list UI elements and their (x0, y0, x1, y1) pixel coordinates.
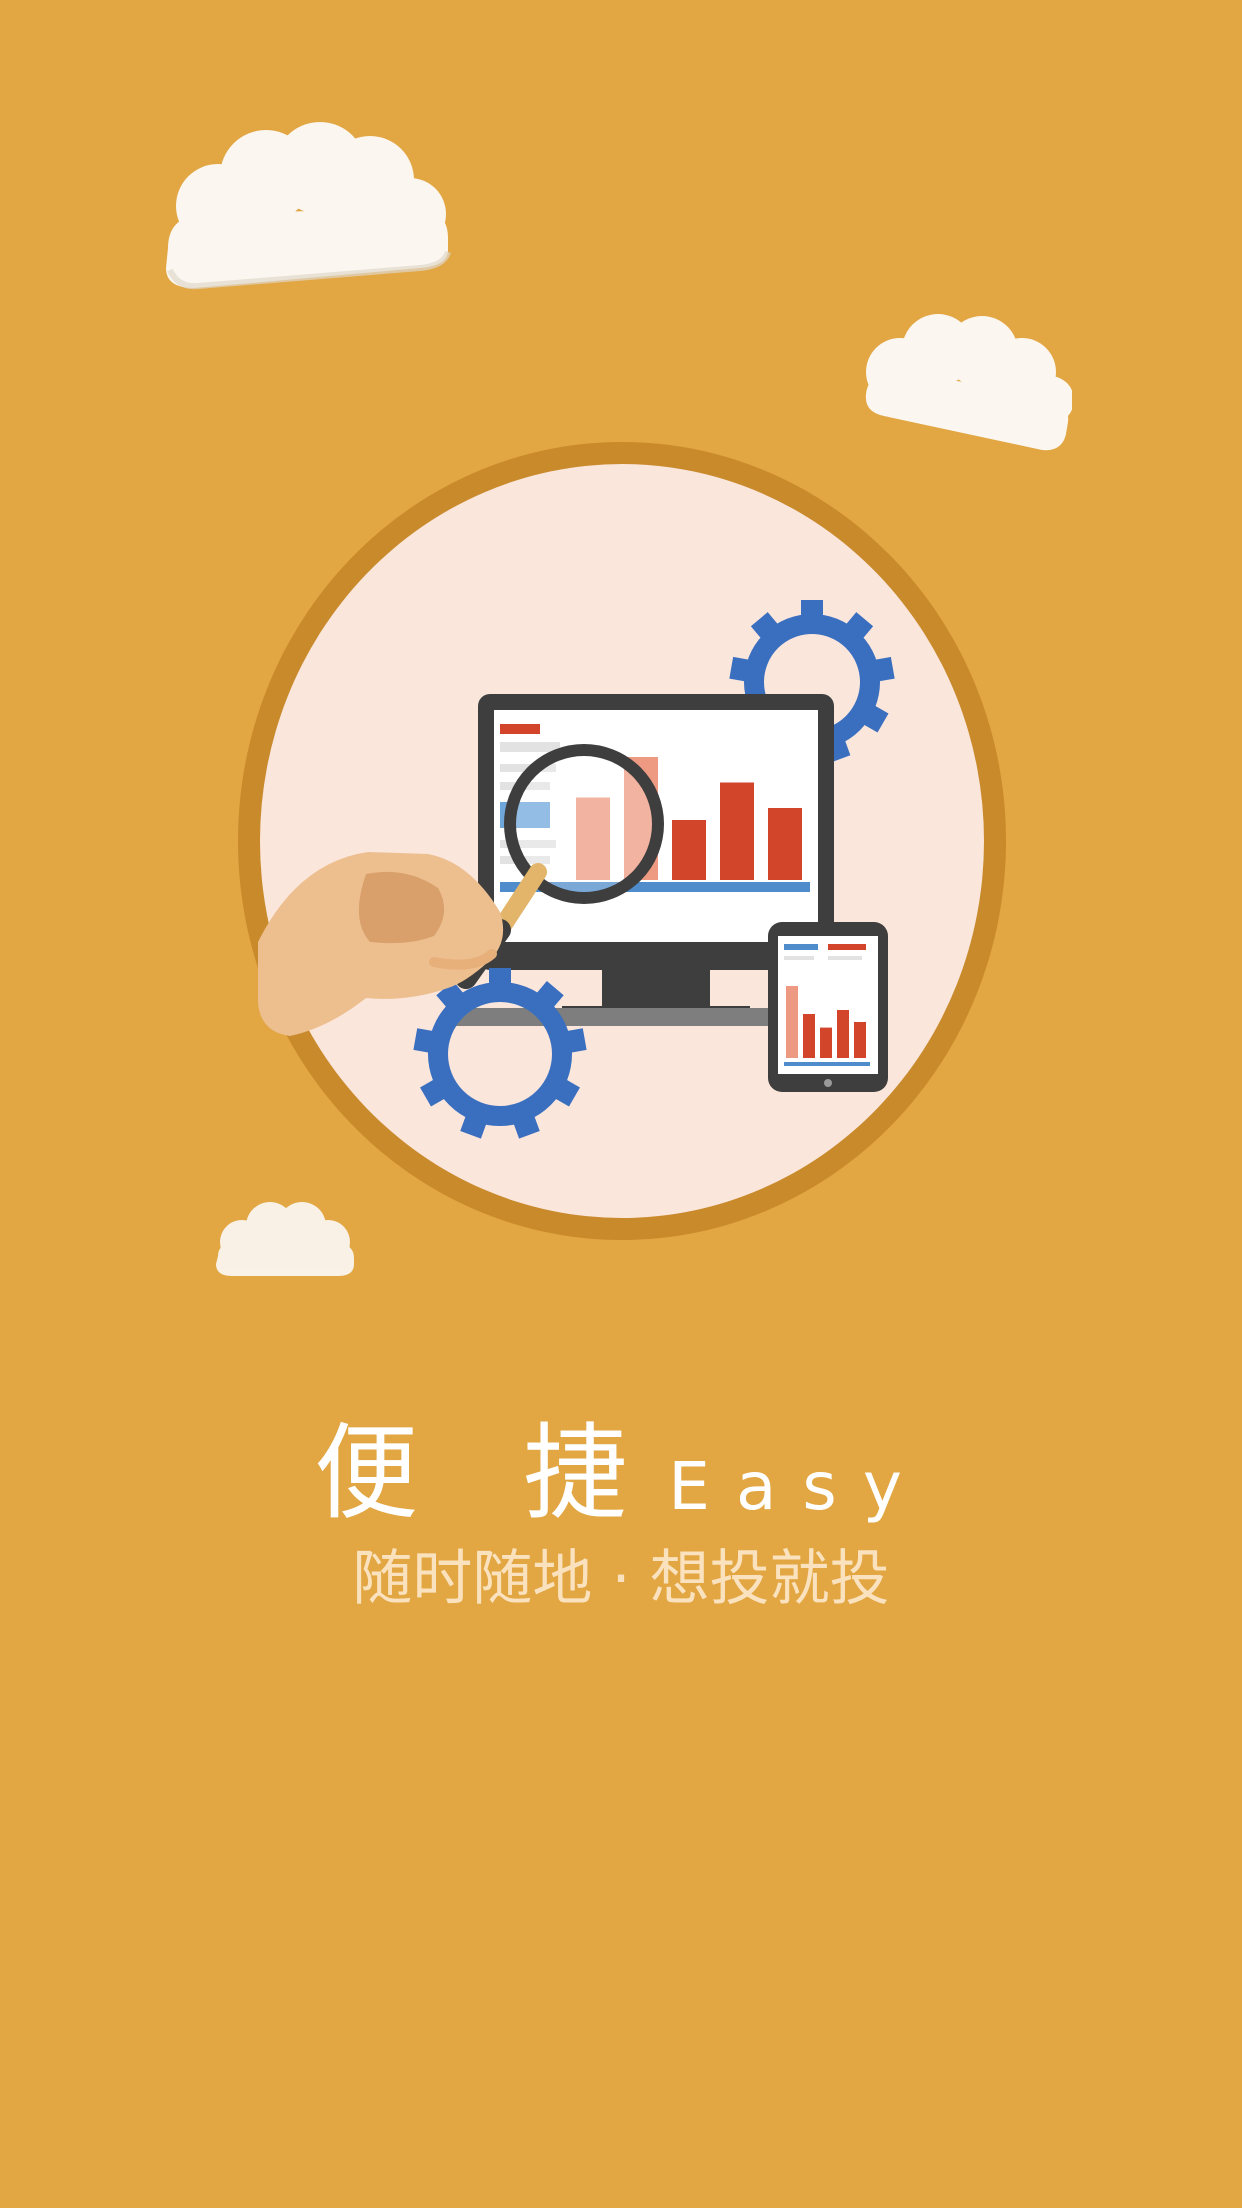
splash-screen: 便 捷 Easy 随时随地 · 想投就投 (0, 0, 1242, 2208)
chart-bar (786, 986, 798, 1058)
chart-bar (837, 1010, 849, 1058)
illustration-circle (238, 442, 1006, 1240)
title-chinese: 便 捷 (314, 1412, 664, 1534)
chart-bar (768, 808, 802, 880)
cloud-icon (166, 122, 451, 290)
tablet-icon (768, 922, 888, 1092)
chart-bar (672, 820, 706, 880)
cloud-icon (865, 314, 1072, 451)
chart-bar (854, 1022, 866, 1058)
chart-bar (720, 782, 754, 880)
chart-bar (820, 1027, 832, 1058)
chart-bar (803, 1014, 815, 1058)
title-english: Easy (668, 1448, 928, 1525)
subtitle: 随时随地 · 想投就投 (352, 1544, 890, 1614)
page-title: 便 捷 Easy (0, 1388, 1242, 1534)
